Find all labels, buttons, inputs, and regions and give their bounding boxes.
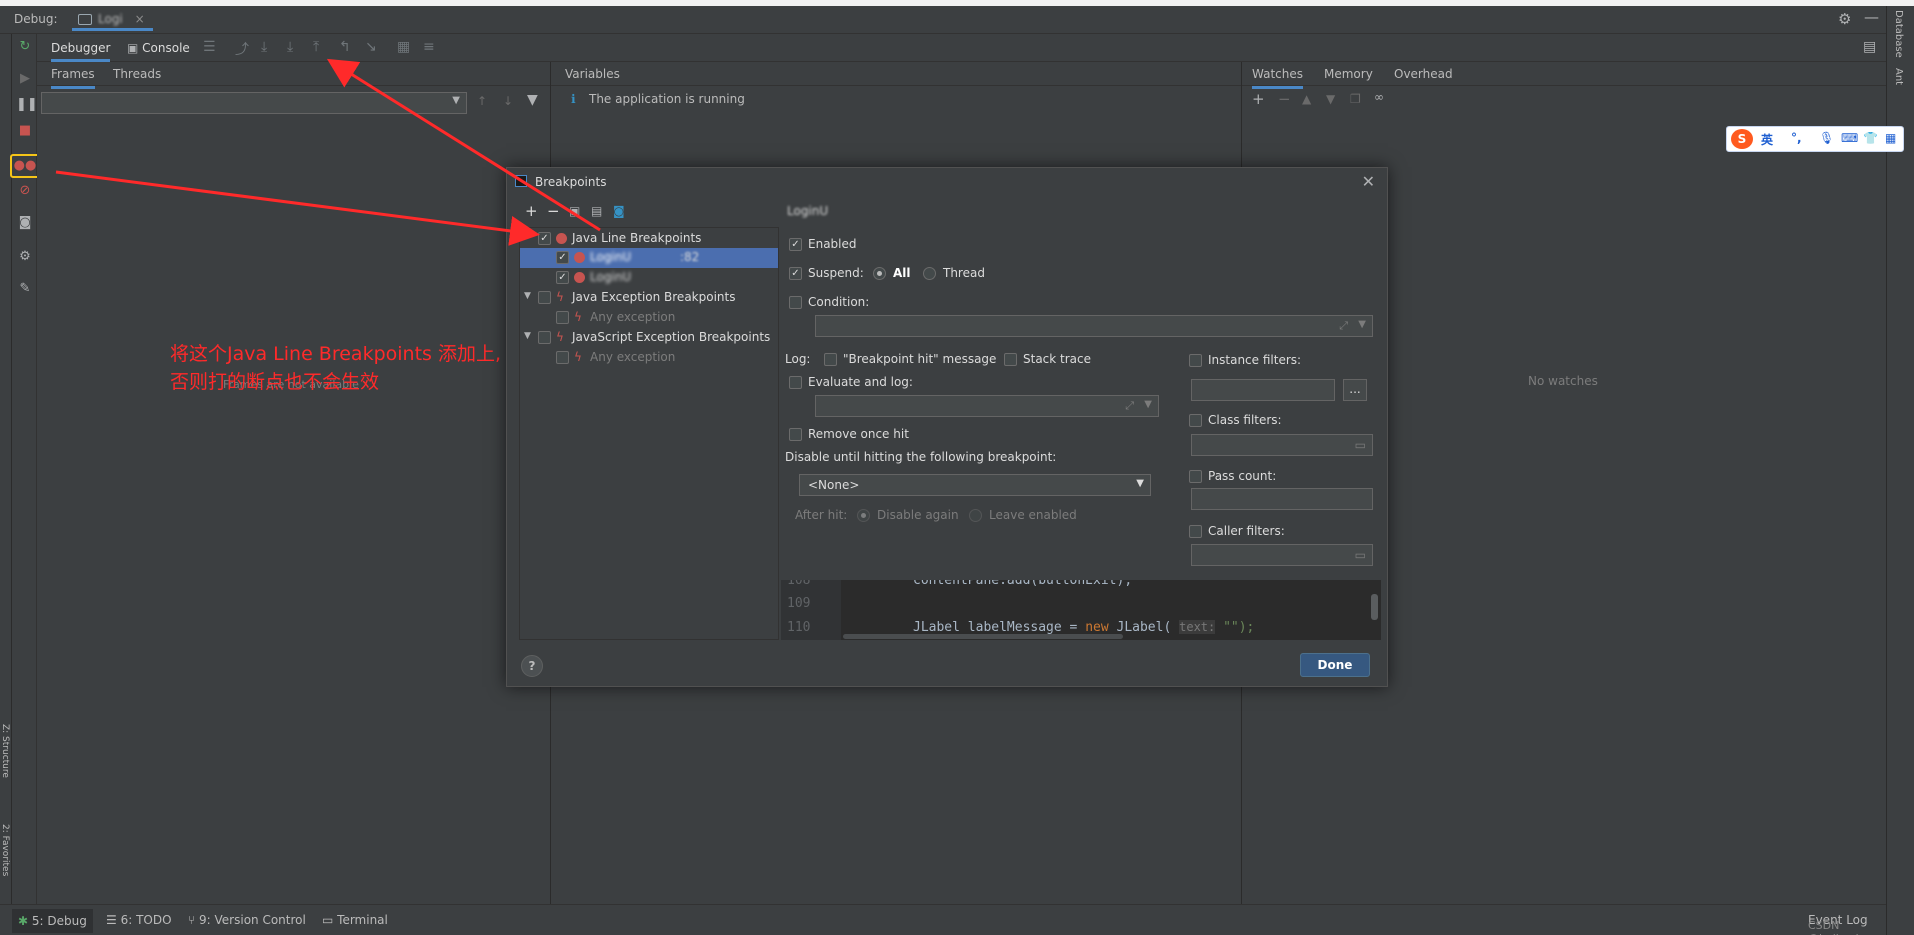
arrow-to-toolbar <box>326 58 601 232</box>
annotation-arrows <box>55 58 601 246</box>
arrow-to-java-line-breakpoints <box>55 170 540 246</box>
